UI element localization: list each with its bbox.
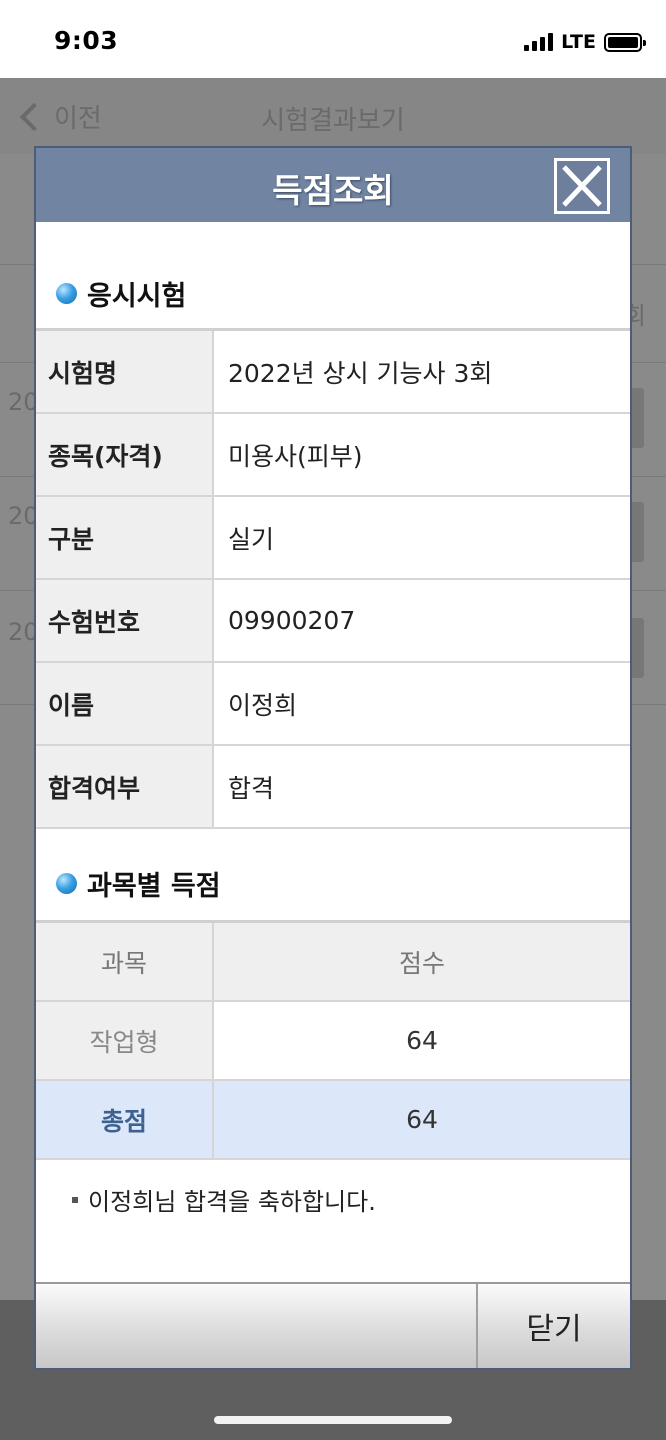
score-table: 과목 점수 작업형 64 총점 64 — [36, 920, 630, 1160]
background-title: 시험결과보기 — [261, 106, 405, 136]
info-label: 이름 — [36, 663, 214, 744]
total-label: 총점 — [36, 1081, 214, 1158]
network-type: LTE — [561, 31, 596, 53]
info-value: 실기 — [228, 524, 275, 554]
info-value: 이정희 — [228, 690, 298, 720]
total-score: 64 — [214, 1081, 630, 1158]
section-scores-label: 과목별 득점 — [87, 871, 221, 902]
table-row: 종목(자격) 미용사(피부) — [36, 414, 630, 497]
close-icon — [562, 165, 602, 207]
exam-info-table: 시험명 2022년 상시 기능사 3회 종목(자격) 미용사(피부) 구분 실기… — [36, 328, 630, 829]
table-row: 시험명 2022년 상시 기능사 3회 — [36, 331, 630, 414]
section-exam-title: 응시시험 — [56, 274, 186, 313]
congratulation-message: 이정희님 합격을 축하합니다. — [72, 1182, 376, 1217]
info-label: 시험명 — [36, 331, 214, 412]
info-value: 합격 — [228, 773, 275, 803]
info-label: 수험번호 — [36, 580, 214, 661]
signal-icon — [524, 33, 554, 51]
home-indicator — [214, 1416, 452, 1424]
table-row: 수험번호 09900207 — [36, 580, 630, 663]
table-row: 합격여부 합격 — [36, 746, 630, 829]
column-header-subject: 과목 — [36, 923, 214, 1000]
status-bar: 9:03 LTE — [0, 0, 666, 78]
info-value: 2022년 상시 기능사 3회 — [228, 358, 493, 388]
section-scores-title: 과목별 득점 — [56, 864, 221, 903]
total-row: 총점 64 — [36, 1081, 630, 1160]
info-label: 종목(자격) — [36, 414, 214, 495]
message-text: 이정희님 합격을 축하합니다. — [88, 1188, 376, 1216]
background-row-button — [630, 502, 644, 562]
dialog-title: 득점조회 — [272, 171, 394, 210]
background-row-button — [630, 388, 644, 448]
score-header-row: 과목 점수 — [36, 923, 630, 1002]
background-header: 이전 시험결과보기 — [0, 78, 666, 154]
info-label: 합격여부 — [36, 746, 214, 827]
section-exam-label: 응시시험 — [87, 281, 187, 312]
table-row: 이름 이정희 — [36, 663, 630, 746]
info-label: 구분 — [36, 497, 214, 578]
status-time: 9:03 — [54, 26, 119, 55]
score-cell: 64 — [214, 1002, 630, 1079]
background-row-button — [630, 618, 644, 678]
dialog-close-button[interactable] — [554, 158, 610, 214]
dialog-footer: 닫기 — [36, 1282, 630, 1368]
column-header-score: 점수 — [214, 923, 630, 1000]
bullet-icon — [56, 283, 77, 304]
dialog-header: 득점조회 — [36, 148, 630, 222]
footer-empty-area — [36, 1284, 478, 1368]
table-row: 작업형 64 — [36, 1002, 630, 1081]
close-button[interactable]: 닫기 — [478, 1284, 630, 1368]
info-value: 미용사(피부) — [228, 441, 363, 471]
square-bullet-icon — [72, 1196, 78, 1203]
status-indicators: LTE — [524, 30, 646, 54]
info-value: 09900207 — [228, 606, 356, 635]
bullet-icon — [56, 873, 77, 894]
subject-cell: 작업형 — [36, 1002, 214, 1079]
score-dialog: 득점조회 응시시험 시험명 2022년 상시 기능사 3회 종목(자격) 미용사… — [34, 146, 632, 1370]
table-row: 구분 실기 — [36, 497, 630, 580]
battery-icon — [604, 32, 646, 52]
